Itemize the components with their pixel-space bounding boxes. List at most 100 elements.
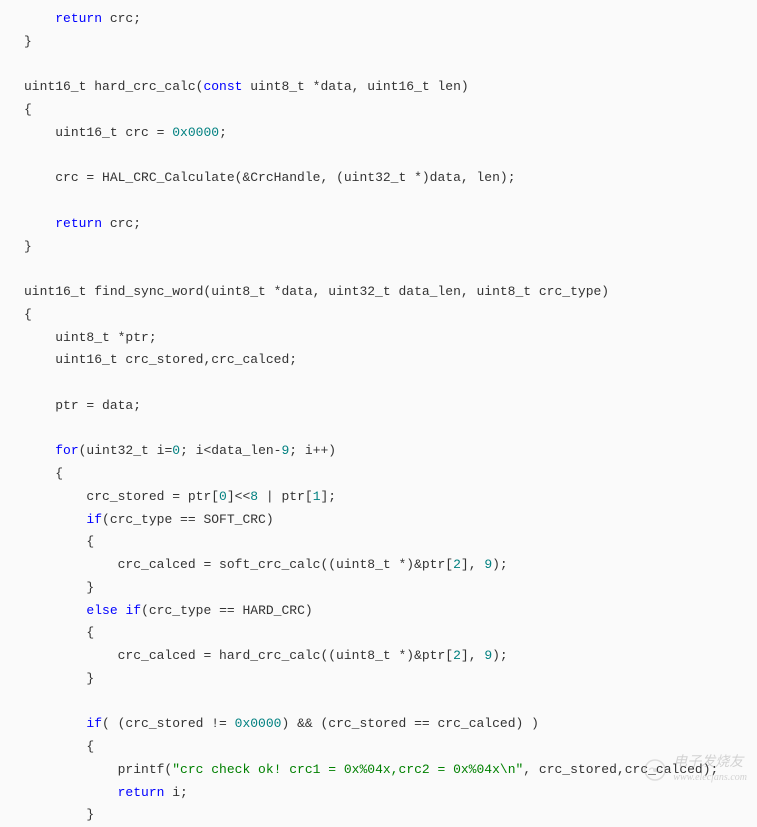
token-plain: {: [86, 534, 94, 549]
token-keyword: const: [203, 79, 242, 94]
code-line: }: [24, 804, 733, 827]
token-keyword: return: [118, 785, 165, 800]
token-plain: | ptr[: [258, 489, 313, 504]
token-plain: }: [86, 671, 94, 686]
token-plain: (crc_type == SOFT_CRC): [102, 512, 274, 527]
token-plain: uint16_t hard_crc_calc(: [24, 79, 203, 94]
token-keyword: else: [86, 603, 117, 618]
token-keyword: return: [55, 216, 102, 231]
token-plain: ]<<: [227, 489, 250, 504]
watermark-logo-icon: [643, 758, 667, 782]
token-number: 2: [453, 648, 461, 663]
token-plain: ];: [321, 489, 337, 504]
token-number: 9: [484, 648, 492, 663]
token-plain: printf(: [118, 762, 173, 777]
token-plain: ],: [461, 557, 484, 572]
token-plain: {: [55, 466, 63, 481]
token-keyword: if: [125, 603, 141, 618]
token-plain: }: [24, 239, 32, 254]
code-line: printf("crc check ok! crc1 = 0x%04x,crc2…: [24, 759, 733, 782]
token-plain: );: [492, 557, 508, 572]
token-plain: uint16_t crc =: [55, 125, 172, 140]
code-line: if(crc_type == SOFT_CRC): [24, 509, 733, 532]
token-plain: crc = HAL_CRC_Calculate(&CrcHandle, (uin…: [55, 170, 515, 185]
token-number: 0: [172, 443, 180, 458]
token-plain: ; i++): [289, 443, 336, 458]
token-plain: uint16_t find_sync_word(uint8_t *data, u…: [24, 284, 609, 299]
watermark: 电子发烧友 www.elecfans.com: [643, 755, 747, 784]
code-line: return i;: [24, 782, 733, 805]
code-line: uint16_t hard_crc_calc(const uint8_t *da…: [24, 76, 733, 99]
token-keyword: for: [55, 443, 78, 458]
code-line: }: [24, 577, 733, 600]
code-line: crc_calced = soft_crc_calc((uint8_t *)&p…: [24, 554, 733, 577]
code-line: }: [24, 31, 733, 54]
code-line: {: [24, 99, 733, 122]
code-line: uint16_t crc = 0x0000;: [24, 122, 733, 145]
token-plain: }: [24, 34, 32, 49]
token-plain: ) && (crc_stored == crc_calced) ): [281, 716, 538, 731]
token-plain: }: [86, 807, 94, 822]
token-number: 9: [484, 557, 492, 572]
token-plain: crc;: [102, 216, 141, 231]
token-plain: ],: [461, 648, 484, 663]
token-number: 0: [219, 489, 227, 504]
code-line: return crc;: [24, 213, 733, 236]
code-line: ptr = data;: [24, 395, 733, 418]
code-line: {: [24, 622, 733, 645]
token-number: 2: [453, 557, 461, 572]
code-line: [24, 691, 733, 714]
code-line: if( (crc_stored != 0x0000) && (crc_store…: [24, 713, 733, 736]
token-plain: uint8_t *data, uint16_t len): [242, 79, 468, 94]
token-plain: {: [86, 739, 94, 754]
code-line: {: [24, 531, 733, 554]
code-line: crc_calced = hard_crc_calc((uint8_t *)&p…: [24, 645, 733, 668]
code-line: [24, 54, 733, 77]
code-line: [24, 190, 733, 213]
code-line: uint8_t *ptr;: [24, 327, 733, 350]
code-line: crc_stored = ptr[0]<<8 | ptr[1];: [24, 486, 733, 509]
token-plain: uint8_t *ptr;: [55, 330, 156, 345]
token-keyword: if: [86, 716, 102, 731]
code-line: uint16_t crc_stored,crc_calced;: [24, 349, 733, 372]
token-plain: crc;: [102, 11, 141, 26]
code-line: [24, 418, 733, 441]
token-plain: uint16_t crc_stored,crc_calced;: [55, 352, 297, 367]
code-line: uint16_t find_sync_word(uint8_t *data, u…: [24, 281, 733, 304]
code-line: {: [24, 463, 733, 486]
token-keyword: if: [86, 512, 102, 527]
code-line: crc = HAL_CRC_Calculate(&CrcHandle, (uin…: [24, 167, 733, 190]
code-line: [24, 372, 733, 395]
token-number: 0x0000: [235, 716, 282, 731]
code-line: else if(crc_type == HARD_CRC): [24, 600, 733, 623]
token-plain: ptr = data;: [55, 398, 141, 413]
token-number: 8: [250, 489, 258, 504]
code-line: {: [24, 304, 733, 327]
token-plain: {: [24, 102, 32, 117]
token-number: 1: [313, 489, 321, 504]
code-line: [24, 145, 733, 168]
token-plain: );: [492, 648, 508, 663]
token-keyword: return: [55, 11, 102, 26]
code-line: return crc;: [24, 8, 733, 31]
token-plain: crc_calced = soft_crc_calc((uint8_t *)&p…: [118, 557, 453, 572]
watermark-text: 电子发烧友 www.elecfans.com: [673, 755, 747, 784]
token-plain: (crc_type == HARD_CRC): [141, 603, 313, 618]
code-line: {: [24, 736, 733, 759]
token-plain: ; i<data_len-: [180, 443, 281, 458]
code-viewer: return crc;} uint16_t hard_crc_calc(cons…: [0, 8, 757, 827]
token-plain: (uint32_t i=: [79, 443, 173, 458]
token-plain: crc_calced = hard_crc_calc((uint8_t *)&p…: [118, 648, 453, 663]
token-plain: ;: [219, 125, 227, 140]
token-string: "crc check ok! crc1 = 0x%04x,crc2 = 0x%0…: [172, 762, 523, 777]
token-plain: ( (crc_stored !=: [102, 716, 235, 731]
code-line: }: [24, 668, 733, 691]
token-plain: {: [24, 307, 32, 322]
watermark-chinese: 电子发烧友: [673, 755, 747, 772]
token-number: 0x0000: [172, 125, 219, 140]
code-line: [24, 258, 733, 281]
token-plain: i;: [164, 785, 187, 800]
token-plain: }: [86, 580, 94, 595]
token-plain: crc_stored = ptr[: [86, 489, 219, 504]
code-line: }: [24, 236, 733, 259]
